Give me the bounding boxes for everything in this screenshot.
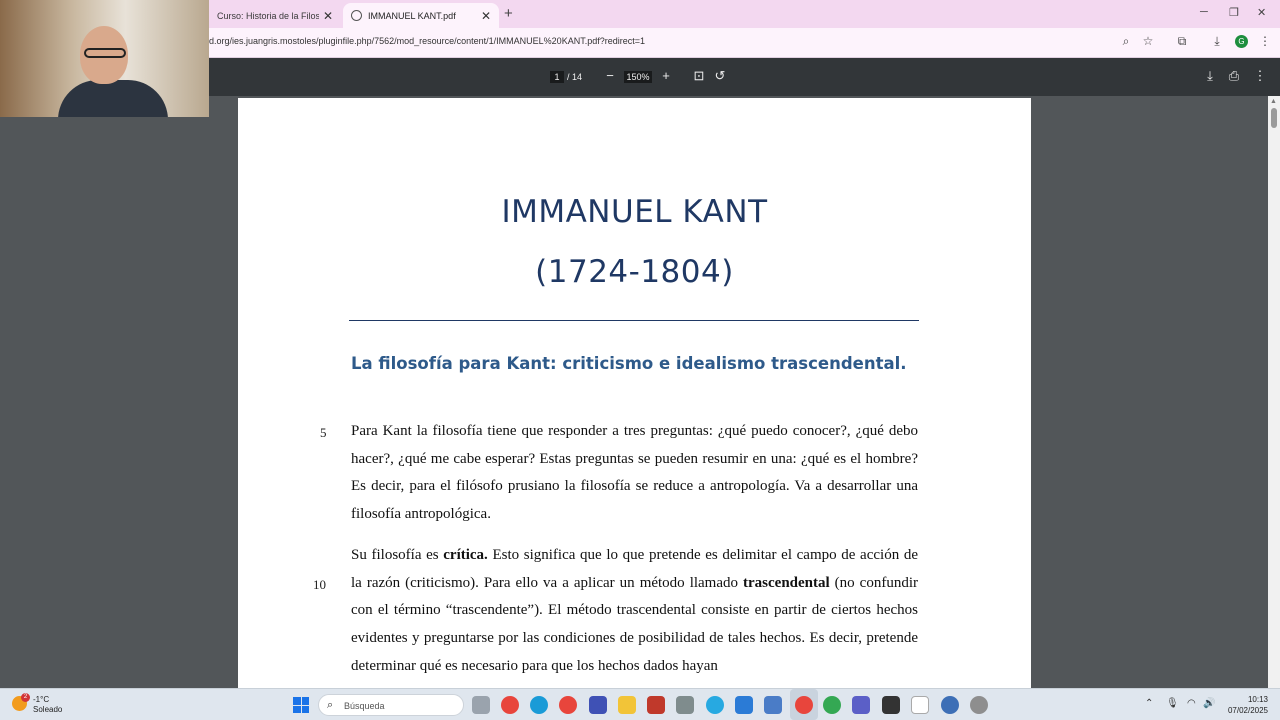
taskbar: 2 -1°C Soleado ⌕ Búsqueda ⌃ 🎙 ◠ 🔊 10:13 …	[0, 688, 1280, 720]
paragraph-1: Para Kant la filosofía tiene que respond…	[351, 423, 918, 523]
windows-start-icon[interactable]	[293, 697, 309, 713]
minimize-icon[interactable]: ─	[1200, 6, 1208, 18]
print-icon[interactable]: ⎙	[1226, 68, 1242, 84]
clock[interactable]: 10:13 07/02/2025	[1222, 694, 1268, 716]
download-icon[interactable]: ⤓	[1202, 68, 1218, 84]
chevron-up-icon[interactable]: ⌃	[1145, 698, 1153, 709]
pdf-more-icon[interactable]: ⋮	[1252, 68, 1268, 84]
clock-date: 07/02/2025	[1227, 706, 1268, 715]
taskbar-search-placeholder: Búsqueda	[344, 701, 385, 711]
terminal-icon[interactable]	[882, 696, 900, 714]
search-icon: ⌕	[327, 699, 334, 711]
zoom-out-icon[interactable]: −	[602, 68, 618, 83]
document-icon[interactable]	[911, 696, 929, 714]
camera-icon[interactable]	[676, 696, 694, 714]
restore-icon[interactable]: ❐	[1229, 6, 1239, 19]
document-title: IMMANUEL KANT	[501, 194, 768, 230]
edge-icon[interactable]	[530, 696, 548, 714]
webcam-person-glasses	[84, 48, 126, 58]
globe-icon	[351, 10, 362, 21]
tab-course-label: Curso: Historia de la Filosofía (2°	[217, 10, 319, 21]
zoom-icon[interactable]: ⌕	[1118, 34, 1134, 49]
teams-icon[interactable]	[852, 696, 870, 714]
weather-temp: -1°C	[33, 695, 50, 704]
weather-condition: Soleado	[33, 705, 63, 714]
menu-icon[interactable]: ⋮	[1257, 34, 1273, 48]
scroll-up-icon[interactable]: ▲	[1270, 98, 1277, 105]
tab-course[interactable]: Curso: Historia de la Filosofía (2° ✕	[209, 3, 341, 28]
rotate-icon[interactable]: ↺	[712, 68, 728, 84]
tab-pdf[interactable]: IMMANUEL KANT.pdf ✕	[343, 3, 499, 28]
paragraph-2-text-a: Su filosofía es	[351, 547, 444, 563]
downloads-icon[interactable]: ⤓	[1209, 34, 1225, 49]
extensions-icon[interactable]: ⧉	[1174, 34, 1190, 49]
paragraph-2-bold-critica: crítica.	[443, 547, 488, 563]
app-icon[interactable]	[706, 696, 724, 714]
wifi-icon[interactable]: ◠	[1187, 698, 1196, 709]
tab-pdf-close-icon[interactable]: ✕	[481, 9, 491, 23]
line-number-5: 5	[320, 425, 327, 440]
volume-icon[interactable]: 🔊	[1203, 698, 1215, 709]
zoom-level-input[interactable]: 150%	[624, 71, 652, 83]
ide-icon[interactable]	[735, 696, 753, 714]
close-window-icon[interactable]: ✕	[1257, 6, 1266, 19]
page-number-input[interactable]: 1	[550, 71, 564, 83]
pdf-viewer[interactable]: IMMANUEL KANT (1724-1804) La filosofía p…	[0, 96, 1268, 698]
folder-icon[interactable]	[764, 696, 782, 714]
document-dates: (1724-1804)	[535, 254, 734, 290]
page-total: / 14	[567, 72, 583, 82]
screen: Curso: Historia de la Filosofía (2° ✕ IM…	[0, 0, 1280, 720]
tab-course-close-icon[interactable]: ✕	[323, 9, 333, 23]
settings-icon[interactable]	[970, 696, 988, 714]
line-number-10: 10	[313, 577, 326, 592]
books-icon[interactable]	[647, 696, 665, 714]
tab-pdf-label: IMMANUEL KANT.pdf	[368, 10, 456, 21]
webcam-overlay	[0, 0, 209, 117]
new-tab-icon[interactable]: +	[504, 5, 513, 22]
address-bar[interactable]: d.org/ies.juangris.mostoles/pluginfile.p…	[209, 36, 645, 46]
microphone-icon[interactable]: 🎙	[1166, 698, 1179, 709]
file-explorer-icon[interactable]	[618, 696, 636, 714]
clock-time: 10:13	[1247, 695, 1268, 704]
taskbar-search[interactable]: ⌕ Búsqueda	[318, 694, 464, 716]
task-view-icon[interactable]	[472, 696, 490, 714]
vertical-scrollbar[interactable]: ▲	[1268, 96, 1280, 688]
paragraph-2: Su filosofía es crítica. Esto significa …	[351, 542, 918, 681]
webcam-person-body	[58, 80, 168, 117]
scroll-thumb[interactable]	[1271, 108, 1277, 128]
remote-icon[interactable]	[941, 696, 959, 714]
bookmark-star-icon[interactable]: ☆	[1140, 34, 1156, 48]
weather-badge: 2	[21, 693, 30, 702]
section-heading: La filosofía para Kant: criticismo e ide…	[351, 354, 907, 373]
chrome-active-icon[interactable]	[795, 696, 813, 714]
chrome-icon[interactable]	[501, 696, 519, 714]
chrome-alt-icon[interactable]	[823, 696, 841, 714]
chrome-profile-icon[interactable]	[559, 696, 577, 714]
pdf-page: IMMANUEL KANT (1724-1804) La filosofía p…	[238, 98, 1031, 698]
fit-page-icon[interactable]: ⊡	[691, 68, 707, 84]
title-divider	[349, 320, 919, 321]
store-icon[interactable]	[589, 696, 607, 714]
profile-avatar[interactable]: G	[1235, 35, 1248, 48]
paragraph-2-bold-trascendental: trascendental	[743, 574, 830, 591]
zoom-in-icon[interactable]: +	[658, 68, 674, 83]
